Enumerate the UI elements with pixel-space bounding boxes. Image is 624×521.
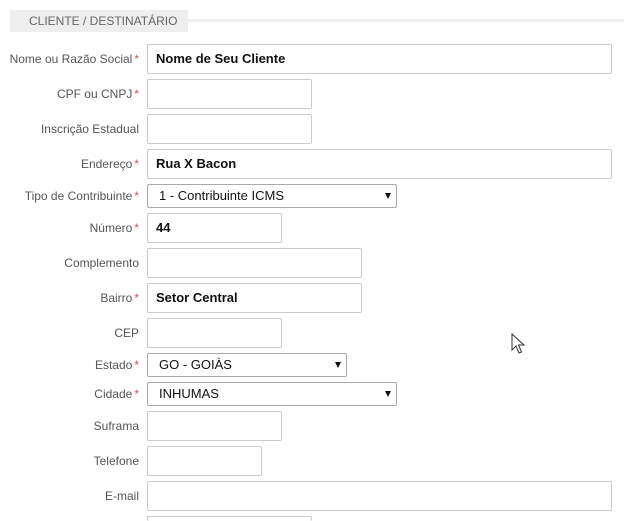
estado-select[interactable]: GO - GOIÀS [147,353,347,377]
section-header: CLIENTE / DESTINATÁRIO [10,10,188,32]
bairro-label: Bairro * [100,291,139,305]
tipo-value: 1 - Contribuinte ICMS [159,188,284,203]
email-label: E-mail [104,489,139,503]
endereco-field[interactable]: Rua X Bacon [147,149,612,179]
complemento-field[interactable] [147,248,362,278]
telefone-field[interactable] [147,446,262,476]
cpf-label: CPF ou CNPJ * [56,87,139,101]
complemento-label: Complemento [64,256,139,270]
cidade-label: Cidade * [94,387,139,401]
cpf-field[interactable] [147,79,312,109]
numero-field[interactable]: 44 [147,213,282,243]
suframa-field[interactable] [147,411,282,441]
dropdown-arrow-icon [335,362,341,368]
cidade-value: INHUMAS [159,386,219,401]
bairro-field[interactable]: Setor Central [147,283,362,313]
cep-field[interactable] [147,318,282,348]
tipo-contribuinte-select[interactable]: 1 - Contribuinte ICMS [147,184,397,208]
section-title: CLIENTE / DESTINATÁRIO [29,14,178,28]
section-divider [188,19,624,22]
next-field-partial[interactable] [147,516,312,521]
endereco-label: Endereço * [80,157,139,171]
nome-field[interactable]: Nome de Seu Cliente [147,44,612,74]
estado-label: Estado * [94,358,139,372]
estado-value: GO - GOIÀS [159,357,232,372]
dropdown-arrow-icon [385,391,391,397]
ie-field[interactable] [147,114,312,144]
cidade-select[interactable]: INHUMAS [147,382,397,406]
telefone-label: Telefone [93,454,139,468]
dropdown-arrow-icon [385,193,391,199]
ie-label: Inscrição Estadual [40,122,139,136]
tipo-label: Tipo de Contribuinte * [24,189,139,203]
numero-label: Número * [89,221,139,235]
email-field[interactable] [147,481,612,511]
suframa-label: Suframa [93,419,139,433]
mouse-cursor-icon [511,333,526,354]
nome-label: Nome ou Razão Social * [9,52,139,66]
cep-label: CEP [114,326,139,340]
